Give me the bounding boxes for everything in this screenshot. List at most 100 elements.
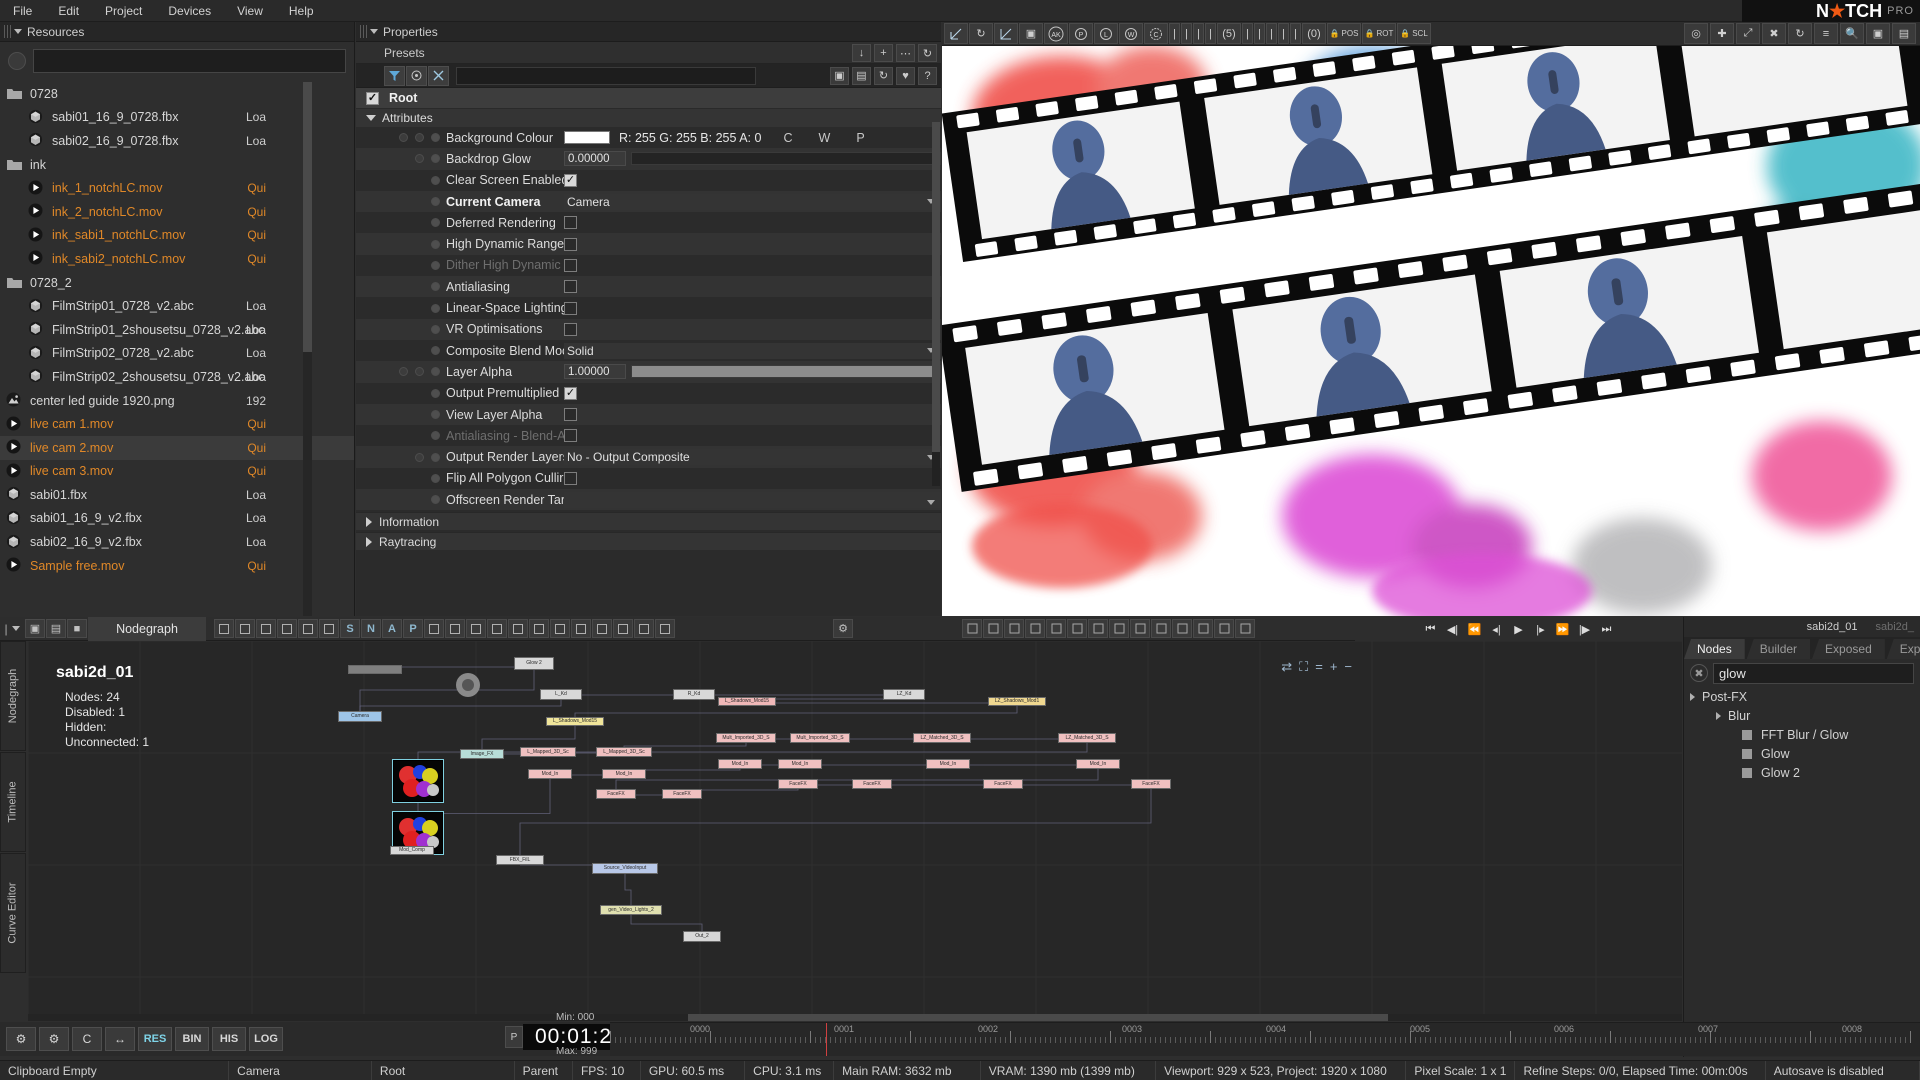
list-icon[interactable]: ≡ bbox=[1814, 23, 1838, 44]
rotate-icon[interactable]: ↻ bbox=[969, 23, 993, 44]
property-value[interactable] bbox=[564, 408, 941, 421]
keys-icon[interactable] bbox=[1088, 619, 1108, 638]
redo-icon[interactable] bbox=[298, 619, 318, 638]
root-row[interactable]: ✓ Root Root bbox=[356, 88, 984, 109]
cut-icon[interactable] bbox=[214, 619, 234, 638]
w-axis-icon[interactable]: W bbox=[1119, 23, 1143, 44]
side-tab-timeline[interactable]: Timeline bbox=[0, 752, 26, 852]
line-icon[interactable] bbox=[508, 619, 528, 638]
nodegraph-node[interactable]: Out_2 bbox=[683, 931, 721, 942]
colour-swatch[interactable] bbox=[564, 131, 610, 145]
record-icon[interactable] bbox=[1235, 619, 1255, 638]
nodes-search-input[interactable] bbox=[1713, 662, 1914, 684]
property-section-header[interactable]: Information bbox=[356, 512, 941, 531]
circle-icon[interactable] bbox=[1172, 619, 1192, 638]
viewport-layer-button-3[interactable]: | bbox=[1205, 23, 1216, 44]
nodegraph-zoom-controls[interactable]: ⇄ ⛶ = + − bbox=[1281, 659, 1352, 675]
resource-row[interactable]: sabi02_16_9_0728.fbx Loa bbox=[0, 129, 354, 153]
pan-icon[interactable]: ✚ bbox=[1710, 23, 1734, 44]
property-row[interactable]: Output Premultiplied ✓ bbox=[356, 383, 941, 404]
settings-star-icon[interactable]: ⚙ bbox=[39, 1027, 69, 1051]
nodegraph-node[interactable]: Mult_Imported_3D_S bbox=[790, 733, 850, 743]
nodegraph-node[interactable] bbox=[392, 759, 444, 803]
c-axis-icon[interactable]: C bbox=[1144, 23, 1168, 44]
nodegraph-settings-icon[interactable]: ⚙ bbox=[833, 619, 853, 638]
nodegraph-node[interactable]: Mod_In bbox=[778, 759, 822, 769]
property-row[interactable]: Offscreen Render Targ bbox=[356, 489, 941, 511]
nodegraph-fit-icon[interactable]: ⇄ bbox=[1281, 659, 1292, 675]
nodegraph-node[interactable]: FBX_FilL bbox=[496, 855, 544, 865]
nodegraph-node[interactable]: FaceFX bbox=[852, 779, 892, 789]
duplicate-icon[interactable]: ▣ bbox=[1019, 23, 1043, 44]
property-row[interactable]: Composite Blend Moc Solid bbox=[356, 340, 941, 361]
chevron-right-icon[interactable] bbox=[1690, 692, 1695, 701]
paste-icon[interactable]: ■ bbox=[67, 619, 87, 638]
property-dot-icon[interactable] bbox=[431, 473, 440, 483]
number-field[interactable]: 0.00000 bbox=[564, 151, 626, 167]
resources-search-input[interactable] bbox=[33, 49, 346, 73]
property-dot-icon[interactable] bbox=[431, 239, 440, 249]
nodegraph-node[interactable]: L_Mapped_3D_Sc bbox=[520, 747, 576, 757]
dropdown[interactable]: No - Output Composite bbox=[564, 449, 941, 466]
property-row[interactable]: Current Camera Camera bbox=[356, 190, 941, 213]
side-tab-curve-editor[interactable]: Curve Editor bbox=[0, 853, 26, 973]
scale-icon[interactable] bbox=[994, 23, 1018, 44]
next-key-icon[interactable]: |▶ bbox=[1576, 621, 1593, 638]
pin-icon[interactable] bbox=[592, 619, 612, 638]
property-dot-icon[interactable] bbox=[431, 282, 440, 292]
nodegraph-node[interactable]: Mod_Comp bbox=[390, 846, 434, 855]
property-checkbox[interactable] bbox=[564, 471, 577, 485]
project-tab-active[interactable]: sabi2d_01 bbox=[1807, 621, 1858, 633]
property-dot-icon[interactable] bbox=[431, 175, 440, 185]
dropdown[interactable]: Camera bbox=[564, 193, 941, 210]
panel-grip-icon[interactable] bbox=[360, 25, 367, 38]
property-checkbox[interactable] bbox=[564, 408, 577, 421]
chevron-down-icon[interactable] bbox=[14, 29, 22, 34]
property-value[interactable]: 0.00000 bbox=[564, 151, 941, 167]
viewport-layer-button-5[interactable]: | bbox=[1242, 23, 1253, 44]
viewport-layer-button-4[interactable]: (5) bbox=[1217, 23, 1241, 44]
render-output[interactable] bbox=[942, 46, 1920, 616]
property-dot-icon[interactable] bbox=[431, 410, 440, 419]
resource-row[interactable]: live cam 1.mov Qui bbox=[0, 412, 354, 436]
resource-row[interactable]: ink bbox=[0, 153, 354, 177]
property-section-header[interactable]: Raytracing bbox=[356, 532, 941, 551]
resource-row[interactable]: 0728 bbox=[0, 82, 354, 106]
nodegraph-zoom-in-icon[interactable]: + bbox=[1330, 659, 1338, 675]
nodegraph-tool-n[interactable]: N bbox=[361, 619, 381, 638]
nodegraph-node[interactable]: Mod_In bbox=[602, 769, 646, 779]
favourite-icon[interactable]: ♥ bbox=[896, 66, 915, 85]
property-dot-icon[interactable] bbox=[431, 303, 440, 313]
play-icon[interactable]: ▶ bbox=[1510, 621, 1527, 638]
property-row[interactable]: Backdrop Glow 0.00000 bbox=[356, 148, 941, 170]
property-checkbox[interactable] bbox=[564, 301, 577, 315]
viewport-layer-button-2[interactable]: | bbox=[1193, 23, 1204, 44]
tab-nodegraph[interactable]: Nodegraph bbox=[88, 616, 206, 641]
his-button[interactable]: HIS bbox=[212, 1027, 246, 1051]
fit-icon[interactable]: ⤢ bbox=[1736, 23, 1760, 44]
nodes-tree[interactable]: Post-FX Blur FFT Blur / Glow Glow Glow 2 bbox=[1684, 687, 1920, 782]
log-button[interactable]: LOG bbox=[249, 1027, 283, 1051]
nodegraph-node[interactable]: FaceFX bbox=[662, 789, 702, 799]
nodegraph-node[interactable]: LZ_Matched_3D_S bbox=[1058, 733, 1116, 743]
property-dot-icon[interactable] bbox=[431, 218, 440, 228]
timeline-ruler[interactable]: 0000000100020003000400050006000700080009 bbox=[610, 1022, 1920, 1056]
nodegraph-node[interactable] bbox=[348, 665, 402, 674]
ak-icon[interactable] bbox=[319, 619, 339, 638]
viewport-layer-button-10[interactable]: (0) bbox=[1302, 23, 1326, 44]
nodegraph-tool-p[interactable]: P bbox=[403, 619, 423, 638]
resource-row[interactable]: center led guide 1920.png 192 bbox=[0, 389, 354, 413]
nodegraph-equal-icon[interactable]: = bbox=[1315, 659, 1323, 675]
p-axis-icon[interactable]: P bbox=[1069, 23, 1093, 44]
properties-scroll-thumb[interactable] bbox=[932, 122, 940, 452]
property-dot-icon[interactable] bbox=[431, 154, 440, 164]
property-dot-icon[interactable] bbox=[431, 346, 440, 356]
resources-scrollbar[interactable] bbox=[303, 82, 312, 616]
nodegraph-node[interactable]: Camera bbox=[338, 711, 382, 722]
property-row[interactable]: Dither High Dynamic bbox=[356, 255, 941, 276]
property-dot-icon[interactable] bbox=[415, 133, 424, 143]
viewport-layer-button-0[interactable]: | bbox=[1169, 23, 1180, 44]
value-slider[interactable] bbox=[631, 365, 941, 379]
nodegraph-zoom-out-icon[interactable]: − bbox=[1344, 659, 1352, 675]
bin-button[interactable]: BIN bbox=[175, 1027, 209, 1051]
